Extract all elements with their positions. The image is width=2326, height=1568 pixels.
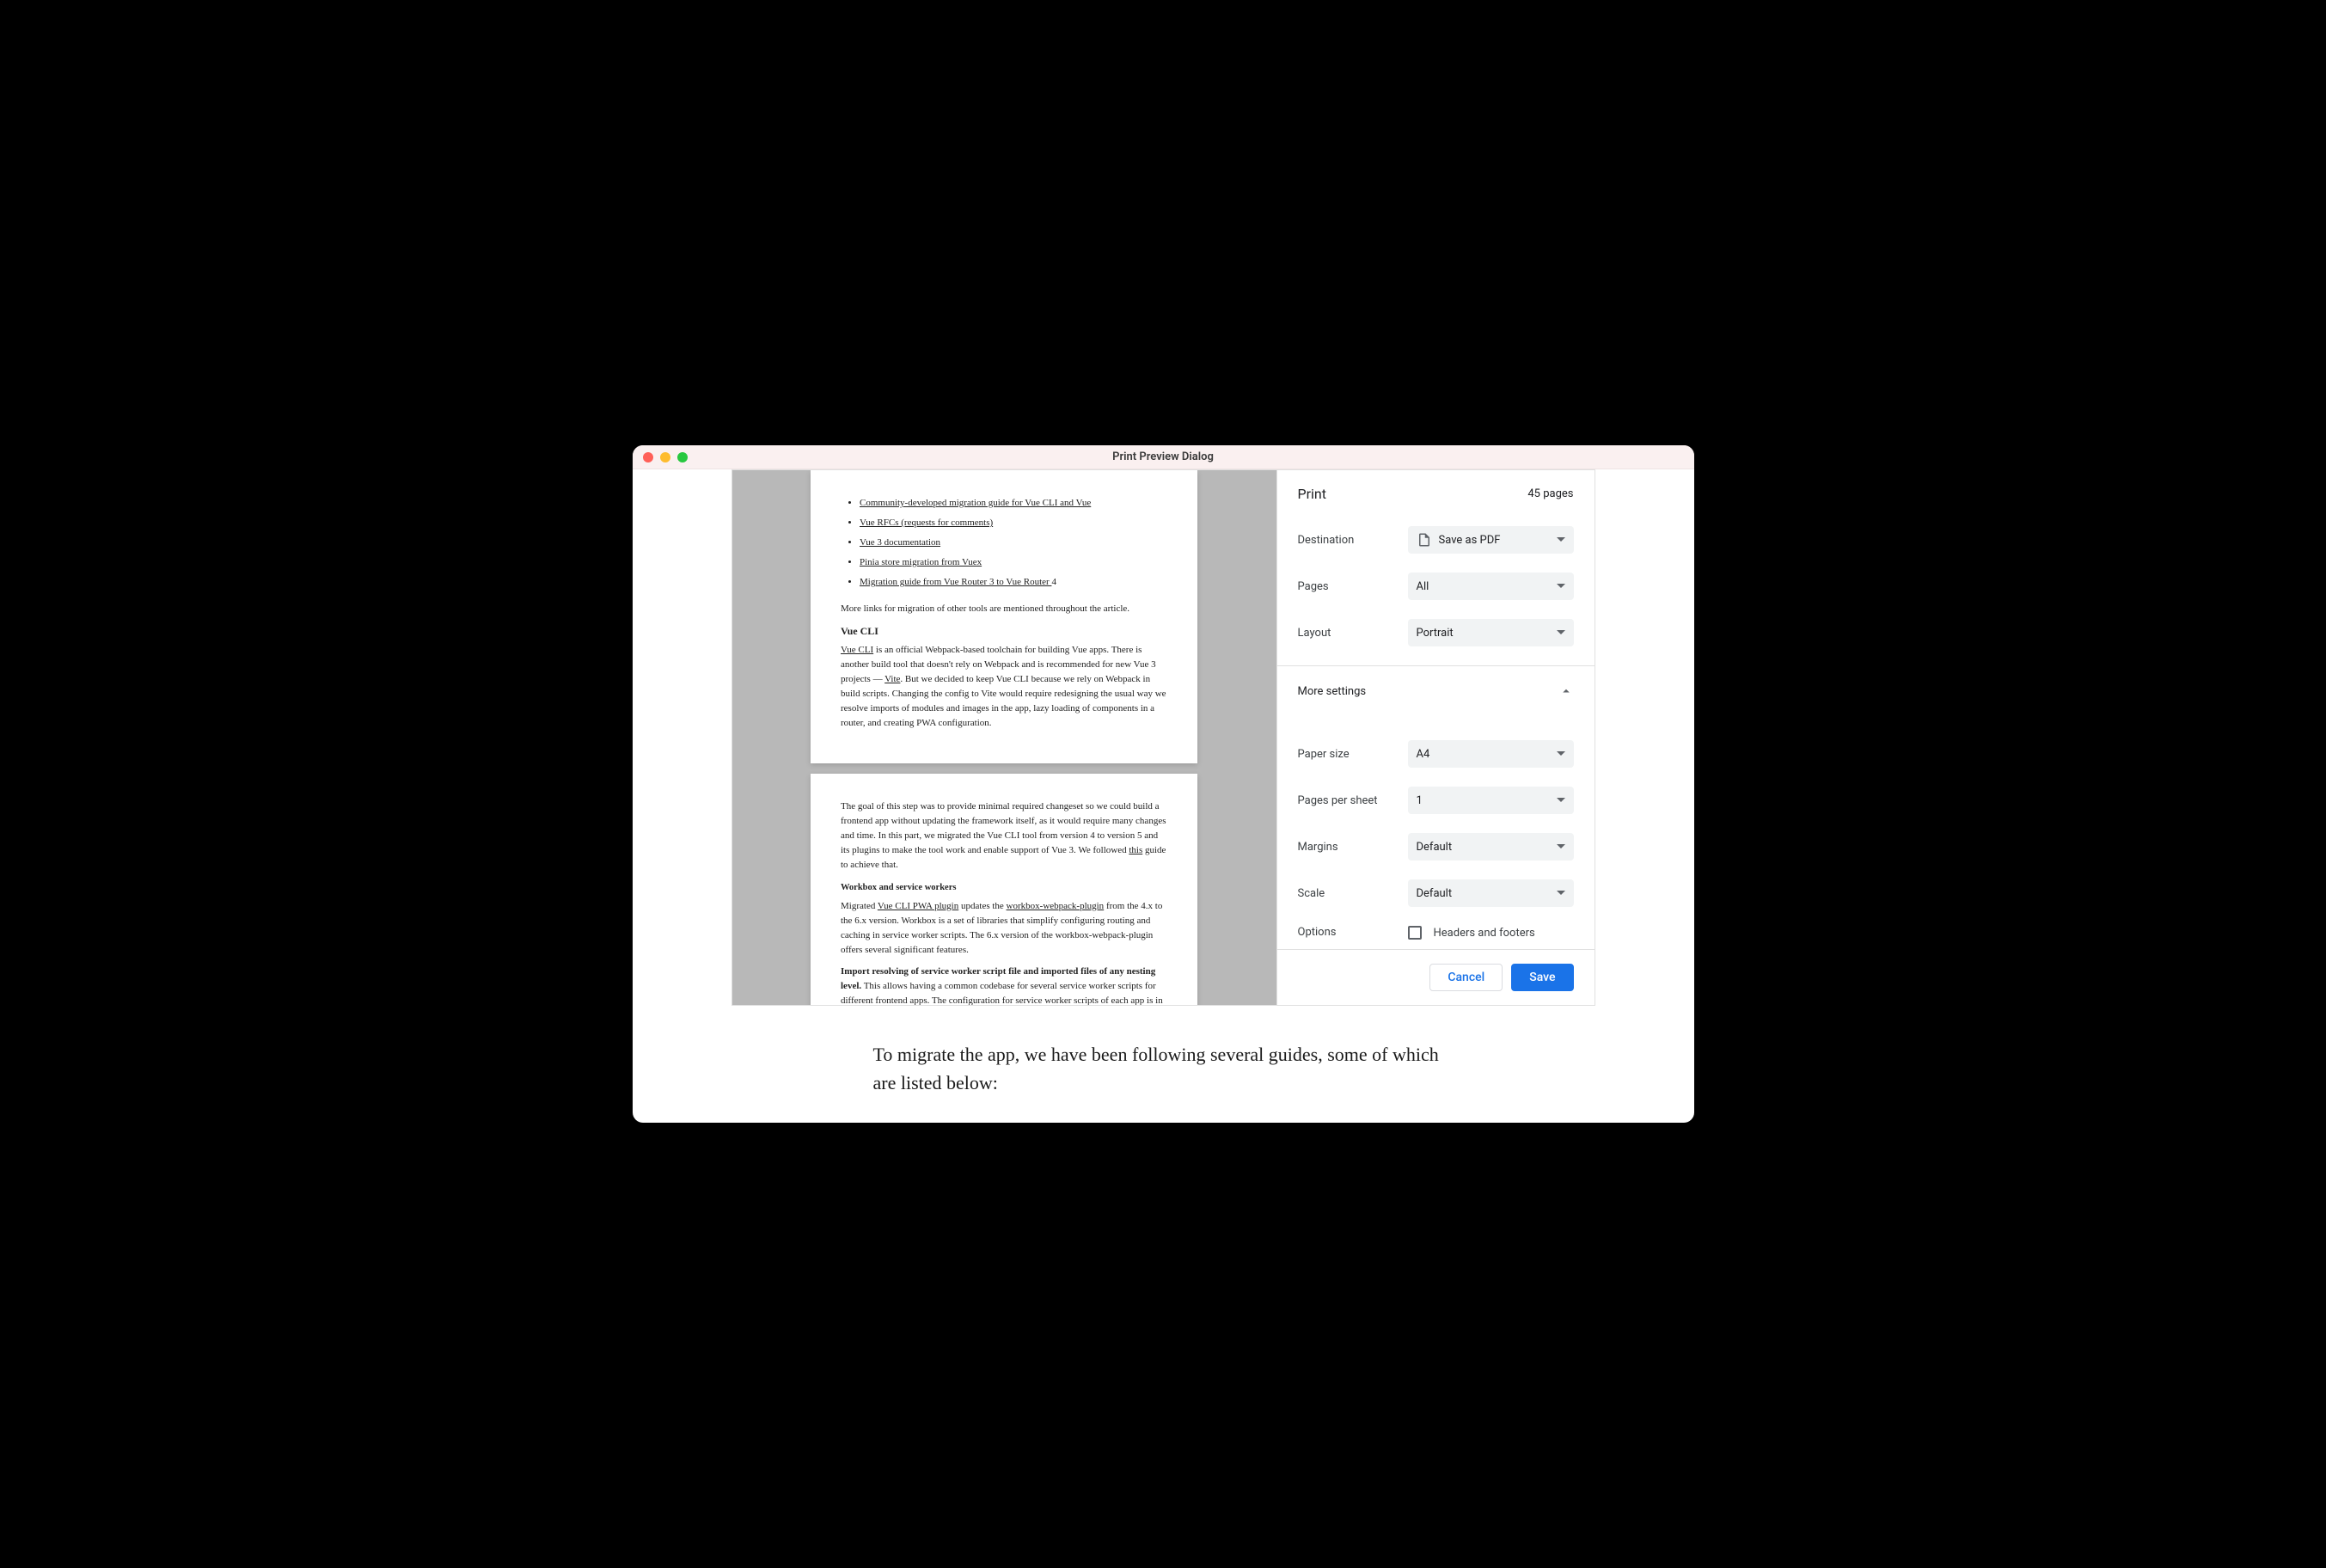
- destination-select[interactable]: Save as PDF: [1408, 526, 1574, 554]
- print-preview-window: Print Preview Dialog Community-developed…: [633, 445, 1694, 1123]
- doc-link[interactable]: Vue CLI: [841, 645, 873, 655]
- pages-per-sheet-value: 1: [1417, 794, 1423, 807]
- fullscreen-window-button[interactable]: [677, 452, 688, 462]
- doc-link[interactable]: this: [1129, 845, 1142, 855]
- scale-value: Default: [1417, 887, 1453, 900]
- layout-row: Layout Portrait: [1298, 619, 1574, 646]
- close-window-button[interactable]: [643, 452, 653, 462]
- pdf-file-icon: [1417, 532, 1432, 548]
- chevron-down-icon: [1557, 582, 1565, 591]
- doc-paragraph: Vue CLI is an official Webpack-based too…: [841, 643, 1167, 731]
- sidebar-scroll[interactable]: Print 45 pages Destination Save as PDF: [1277, 470, 1595, 949]
- paper-size-value: A4: [1417, 748, 1430, 761]
- titlebar: Print Preview Dialog: [633, 445, 1694, 469]
- window-content: Community-developed migration guide for …: [633, 469, 1694, 1123]
- doc-heading: Vue CLI: [841, 623, 1167, 640]
- headers-footers-label: Headers and footers: [1434, 927, 1535, 940]
- divider: [1277, 665, 1595, 666]
- doc-link[interactable]: Pinia store migration from Vuex: [860, 557, 982, 567]
- doc-link[interactable]: Community-developed migration guide for …: [860, 498, 1091, 508]
- doc-subheading: Workbox and service workers: [841, 881, 1167, 895]
- doc-link[interactable]: workbox-webpack-plugin: [1007, 901, 1105, 911]
- chevron-down-icon: [1557, 628, 1565, 637]
- window-title: Print Preview Dialog: [1112, 450, 1214, 463]
- doc-paragraph: Migrated Vue CLI PWA plugin updates the …: [841, 899, 1167, 958]
- headers-footers-checkbox[interactable]: [1408, 926, 1422, 940]
- options-row: Options Headers and footers Background g…: [1298, 926, 1574, 949]
- pages-per-sheet-label: Pages per sheet: [1298, 794, 1408, 807]
- margins-value: Default: [1417, 841, 1453, 854]
- pages-per-sheet-row: Pages per sheet 1: [1298, 787, 1574, 814]
- background-document-text: To migrate the app, we have been followi…: [633, 1006, 1694, 1123]
- paper-size-select[interactable]: A4: [1408, 740, 1574, 768]
- save-button[interactable]: Save: [1511, 964, 1573, 991]
- margins-select[interactable]: Default: [1408, 833, 1574, 861]
- doc-text: This allows having a common codebase for…: [841, 981, 1163, 1005]
- headers-footers-row: Headers and footers: [1408, 926, 1574, 940]
- print-settings-sidebar: Print 45 pages Destination Save as PDF: [1276, 470, 1595, 1005]
- more-settings-label: More settings: [1298, 685, 1367, 698]
- margins-label: Margins: [1298, 841, 1408, 854]
- doc-link[interactable]: Vite: [884, 674, 900, 684]
- chevron-up-icon: [1558, 683, 1574, 699]
- doc-text: updates the: [958, 901, 1006, 911]
- doc-text: 4: [1051, 577, 1056, 587]
- print-title: Print: [1298, 486, 1326, 502]
- scale-row: Scale Default: [1298, 879, 1574, 907]
- doc-link[interactable]: Vue CLI PWA plugin: [878, 901, 958, 911]
- traffic-lights: [643, 452, 688, 462]
- more-settings-toggle[interactable]: More settings: [1298, 683, 1574, 699]
- paper-size-row: Paper size A4: [1298, 740, 1574, 768]
- doc-paragraph: Import resolving of service worker scrip…: [841, 965, 1167, 1005]
- dialog-footer: Cancel Save: [1277, 949, 1595, 1005]
- chevron-down-icon: [1557, 796, 1565, 805]
- doc-link[interactable]: Vue RFCs (requests for comments): [860, 518, 993, 528]
- print-dialog: Community-developed migration guide for …: [731, 469, 1595, 1006]
- print-preview-pane[interactable]: Community-developed migration guide for …: [732, 470, 1276, 1005]
- layout-value: Portrait: [1417, 627, 1454, 640]
- destination-row: Destination Save as PDF: [1298, 526, 1574, 554]
- chevron-down-icon: [1557, 889, 1565, 897]
- doc-link[interactable]: Vue 3 documentation: [860, 537, 940, 548]
- paper-size-label: Paper size: [1298, 748, 1408, 761]
- pages-select[interactable]: All: [1408, 573, 1574, 600]
- doc-paragraph: More links for migration of other tools …: [841, 602, 1167, 616]
- scale-select[interactable]: Default: [1408, 879, 1574, 907]
- chevron-down-icon: [1557, 842, 1565, 851]
- doc-link[interactable]: Migration guide from Vue Router 3 to Vue…: [860, 577, 1051, 587]
- destination-value: Save as PDF: [1439, 534, 1501, 547]
- layout-select[interactable]: Portrait: [1408, 619, 1574, 646]
- options-label: Options: [1298, 926, 1408, 949]
- destination-label: Destination: [1298, 534, 1408, 547]
- doc-paragraph: The goal of this step was to provide min…: [841, 799, 1167, 873]
- pages-value: All: [1417, 580, 1429, 593]
- margins-row: Margins Default: [1298, 833, 1574, 861]
- pages-row: Pages All: [1298, 573, 1574, 600]
- minimize-window-button[interactable]: [660, 452, 670, 462]
- doc-text: The goal of this step was to provide min…: [841, 801, 1166, 855]
- pages-per-sheet-select[interactable]: 1: [1408, 787, 1574, 814]
- chevron-down-icon: [1557, 536, 1565, 544]
- preview-page-2: The goal of this step was to provide min…: [811, 774, 1197, 1005]
- cancel-button[interactable]: Cancel: [1429, 964, 1503, 991]
- preview-page-1: Community-developed migration guide for …: [811, 470, 1197, 763]
- chevron-down-icon: [1557, 750, 1565, 758]
- layout-label: Layout: [1298, 627, 1408, 640]
- scale-label: Scale: [1298, 887, 1408, 900]
- pages-label: Pages: [1298, 580, 1408, 593]
- doc-text: Migrated: [841, 901, 878, 911]
- page-count: 45 pages: [1527, 487, 1573, 500]
- sidebar-header: Print 45 pages: [1298, 486, 1574, 502]
